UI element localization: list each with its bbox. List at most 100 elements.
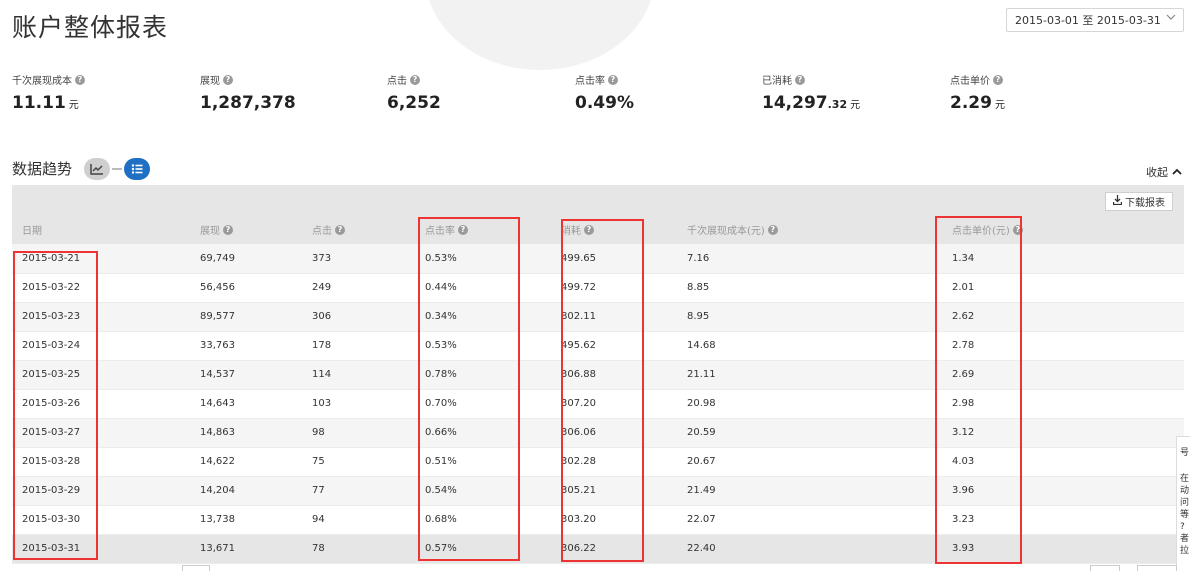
cell-spent: 306.88 [561, 360, 687, 390]
cell-cpc: 3.23 [952, 505, 1184, 535]
cell-date: 2015-03-21 [12, 244, 200, 274]
cell-clicks: 306 [312, 302, 425, 332]
chevron-down-icon [1166, 12, 1176, 25]
column-header-impressions[interactable]: 展现? [200, 215, 312, 244]
help-icon[interactable]: ? [458, 224, 468, 235]
cell-cpm: 20.98 [687, 389, 952, 419]
cell-cpc: 4.03 [952, 447, 1184, 477]
side-widget-char: 者 [1180, 534, 1190, 544]
cell-cpm: 22.40 [687, 534, 952, 564]
column-header-clicks[interactable]: 点击? [312, 215, 425, 244]
date-range-value: 2015-03-01 至 2015-03-31 [1015, 14, 1161, 27]
help-icon[interactable]: ? [75, 74, 85, 85]
metric-cpm: 千次展现成本? 11.11 元 [12, 72, 85, 113]
side-widget-char: 拉 [1180, 546, 1190, 556]
cell-spent: 499.65 [561, 244, 687, 274]
cell-ctr: 0.66% [425, 418, 561, 448]
help-icon[interactable]: ? [584, 224, 594, 235]
cell-clicks: 77 [312, 476, 425, 506]
cell-cpm: 22.07 [687, 505, 952, 535]
metric-label: 点击率 [575, 76, 605, 87]
cell-spent: 499.72 [561, 273, 687, 303]
metric-unit: 元 [994, 100, 1005, 111]
column-header-ctr[interactable]: 点击率? [425, 215, 561, 244]
cell-ctr: 0.57% [425, 534, 561, 564]
list-view-button[interactable] [124, 158, 150, 180]
download-report-button[interactable]: 下载报表 [1105, 192, 1173, 211]
metric-label: 千次展现成本 [12, 76, 72, 87]
help-icon[interactable]: ? [993, 74, 1003, 85]
cell-date: 2015-03-26 [12, 389, 200, 419]
metric-unit: 元 [68, 100, 79, 111]
help-icon[interactable]: ? [223, 74, 233, 85]
column-header-cpm[interactable]: 千次展现成本(元)? [687, 215, 952, 244]
cell-spent: 306.06 [561, 418, 687, 448]
column-header-spent[interactable]: 消耗? [561, 215, 687, 244]
cell-date: 2015-03-28 [12, 447, 200, 477]
page-title: 账户整体报表 [12, 13, 169, 42]
pager-fragment [1137, 565, 1177, 571]
cell-date: 2015-03-31 [12, 534, 200, 564]
cell-ctr: 0.70% [425, 389, 561, 419]
cell-cpc: 3.96 [952, 476, 1184, 506]
column-header-cpc[interactable]: 点击单价(元)? [952, 215, 1184, 244]
cell-impressions: 14,863 [200, 418, 312, 448]
chart-view-button[interactable] [84, 158, 110, 180]
side-widget-char: ? [1180, 522, 1185, 532]
table-row: 2015-03-24 33,763 178 0.53% 495.62 14.68 2.78 [12, 331, 1184, 361]
help-icon[interactable]: ? [608, 74, 618, 85]
table-header-row: 日期 展现? 点击? 点击率? 消耗? 千次展现成本(元)? 点击单价(元)? [12, 215, 1184, 244]
help-icon[interactable]: ? [1012, 224, 1023, 235]
metric-label: 展现 [200, 76, 220, 87]
metric-spent: 已消耗? 14,297.32 元 [762, 72, 860, 113]
cell-clicks: 75 [312, 447, 425, 477]
metric-value: 6,252 [387, 93, 441, 113]
cell-cpc: 2.01 [952, 273, 1184, 303]
table-row: 2015-03-23 89,577 306 0.34% 802.11 8.95 2.62 [12, 302, 1184, 332]
cell-impressions: 89,577 [200, 302, 312, 332]
cell-clicks: 78 [312, 534, 425, 564]
table-row: 2015-03-27 14,863 98 0.66% 306.06 20.59 3.12 [12, 418, 1184, 448]
cell-spent: 302.28 [561, 447, 687, 477]
cell-spent: 802.11 [561, 302, 687, 332]
side-help-widget[interactable]: 号在动问等? 者拉 [1176, 436, 1190, 571]
cell-clicks: 94 [312, 505, 425, 535]
cell-ctr: 0.54% [425, 476, 561, 506]
side-widget-char: 在 [1180, 474, 1190, 484]
metric-value: 1,287,378 [200, 93, 296, 113]
table-row: 2015-03-30 13,738 94 0.68% 303.20 22.07 3.23 [12, 505, 1184, 535]
collapse-button[interactable]: 收起 [1146, 164, 1182, 180]
cell-clicks: 103 [312, 389, 425, 419]
cell-date: 2015-03-27 [12, 418, 200, 448]
background-decoration [425, 0, 655, 70]
help-icon[interactable]: ? [223, 224, 233, 235]
help-icon[interactable]: ? [767, 224, 778, 235]
pager-fragment [1090, 565, 1120, 571]
metric-impressions: 展现? 1,287,378 [200, 72, 296, 113]
metric-decimal: .32 [827, 98, 848, 111]
side-widget-char: 号 [1180, 448, 1190, 458]
cell-cpm: 20.67 [687, 447, 952, 477]
cell-impressions: 14,204 [200, 476, 312, 506]
cell-cpm: 21.11 [687, 360, 952, 390]
side-widget-char: 动 [1180, 486, 1190, 496]
cell-cpm: 7.16 [687, 244, 952, 274]
table-row: 2015-03-26 14,643 103 0.70% 307.20 20.98 2.98 [12, 389, 1184, 419]
table-row: 2015-03-28 14,622 75 0.51% 302.28 20.67 4.03 [12, 447, 1184, 477]
cell-spent: 305.21 [561, 476, 687, 506]
table-row: 2015-03-22 56,456 249 0.44% 499.72 8.85 2.01 [12, 273, 1184, 303]
help-icon[interactable]: ? [795, 74, 805, 85]
cell-date: 2015-03-22 [12, 273, 200, 303]
cell-cpc: 3.93 [952, 534, 1184, 564]
line-chart-icon [90, 160, 104, 179]
column-header-date[interactable]: 日期 [12, 215, 200, 244]
metric-cpc: 点击单价? 2.29 元 [950, 72, 1005, 113]
cell-impressions: 69,749 [200, 244, 312, 274]
help-icon[interactable]: ? [335, 224, 345, 235]
cell-clicks: 249 [312, 273, 425, 303]
help-icon[interactable]: ? [410, 74, 420, 85]
toggle-separator [112, 168, 122, 170]
list-icon [131, 160, 143, 179]
cell-spent: 307.20 [561, 389, 687, 419]
date-range-select[interactable]: 2015-03-01 至 2015-03-31 [1006, 8, 1184, 32]
